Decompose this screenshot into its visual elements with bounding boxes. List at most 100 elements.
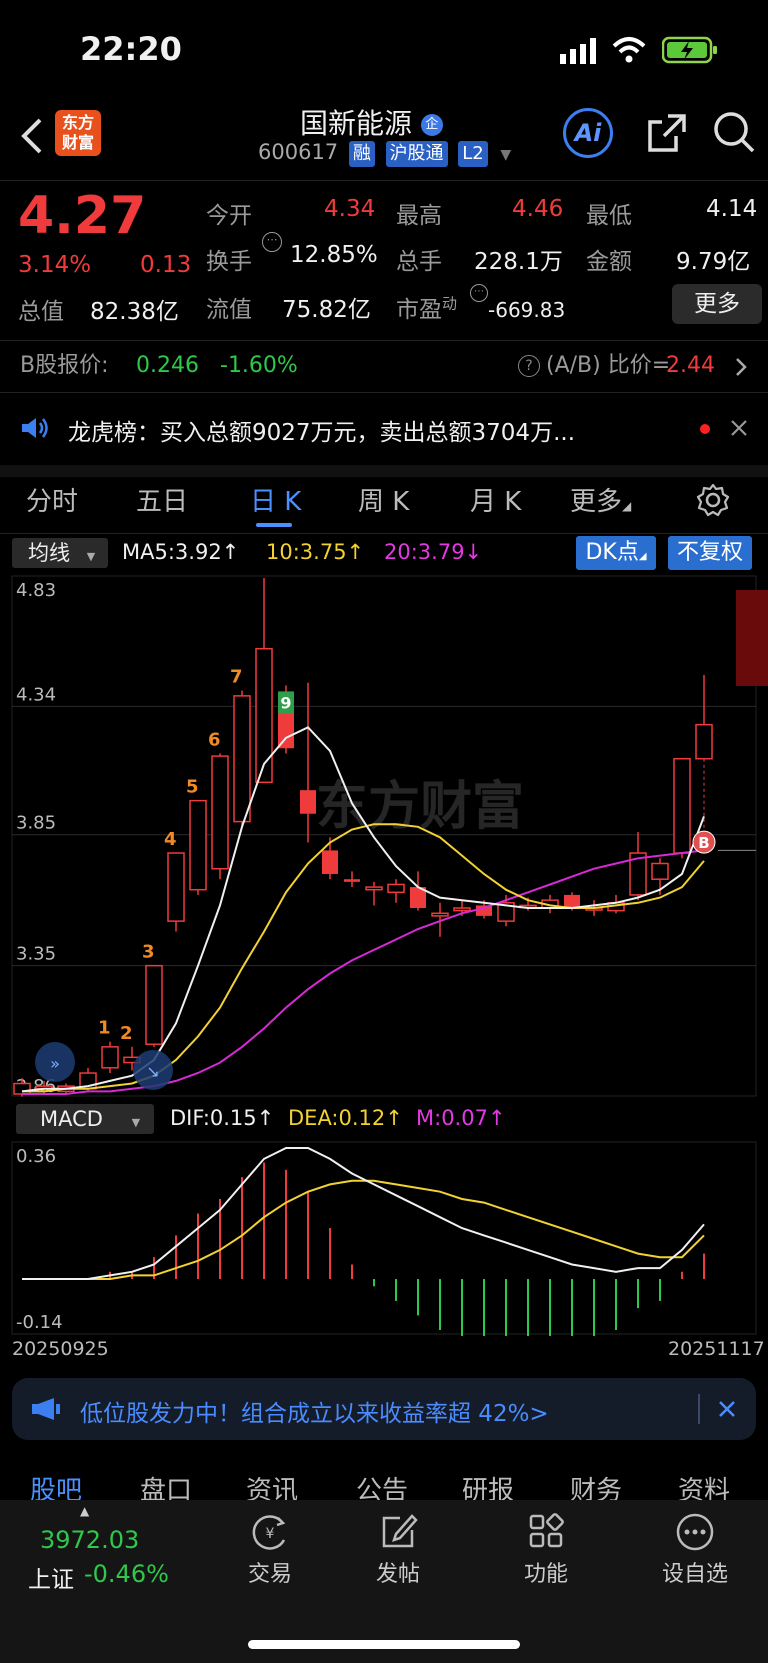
candle-body [167, 852, 185, 922]
ratio-label: (A/B) 比价= [546, 353, 671, 378]
end-date: 20251117 [668, 1338, 765, 1360]
candle-body [233, 695, 251, 823]
nine-turn-marker: 7 [230, 667, 243, 688]
macd-bottom-label: -0.14 [16, 1312, 63, 1333]
stock-name: 国新能源 企 [300, 102, 443, 142]
close-icon[interactable] [718, 1400, 736, 1418]
promo-text: 低位股发力中！组合成立以来收益率超 42%> [80, 1401, 549, 1427]
macd-bar: MACD ▼ DIF:0.15↑ DEA:0.12↑ M:0.07↑ [0, 1100, 768, 1140]
pe-info-icon[interactable]: ⋯ [470, 284, 488, 302]
nav-functions-label: 功能 [523, 1562, 568, 1587]
no-adjust-button[interactable]: 不复权 [668, 536, 752, 570]
index-value: 3972.03 [40, 1526, 140, 1554]
y-axis-label: 4.34 [16, 684, 56, 705]
candle-body [211, 755, 229, 870]
info-icon[interactable]: ⋯ [262, 232, 282, 252]
app-logo[interactable]: 东方 财富 [55, 110, 101, 156]
bshare-row[interactable]: B股报价: 0.246 -1.60% ? (A/B) 比价= 2.44 [0, 341, 768, 391]
nav-functions[interactable]: 功能 [496, 1512, 596, 1602]
tab-more[interactable]: 更多◢ [570, 481, 631, 518]
edit-icon [382, 1514, 418, 1548]
nav-watchlist-label: 设自选 [661, 1562, 728, 1587]
ma10-value: 10:3.75↑ [266, 540, 365, 564]
macd-selector[interactable]: MACD ▼ [16, 1104, 154, 1134]
tab-profile[interactable]: 资料 [678, 1470, 730, 1500]
corner-arrow-icon: ◢ [622, 499, 632, 513]
tag-l2: L2 [458, 141, 488, 167]
close-icon[interactable] [730, 419, 748, 437]
total-value-label: 总值 [18, 299, 64, 325]
bshare-label: B股报价: [20, 353, 109, 378]
search-icon[interactable] [712, 110, 756, 154]
status-time: 22:20 [80, 30, 182, 68]
unread-dot [700, 424, 710, 434]
nine-turn-marker: 1 [98, 1018, 111, 1039]
float-value: 75.82亿 [282, 297, 371, 323]
signal-badge-label: » [50, 1054, 60, 1073]
nav-trade[interactable]: ¥ 交易 [220, 1512, 320, 1602]
dropdown-icon: ▼ [131, 1116, 141, 1129]
settings-gear-icon[interactable] [696, 483, 730, 517]
open-value: 4.34 [324, 196, 376, 222]
total-value: 82.38亿 [90, 299, 179, 325]
tab-monthly-k[interactable]: 月 K [470, 481, 521, 518]
tab-pankou[interactable]: 盘口 [140, 1470, 192, 1500]
macd-selector-label: MACD [40, 1107, 103, 1131]
candle-body [255, 647, 273, 784]
stock-code: 600617 [258, 140, 339, 164]
tab-announcements[interactable]: 公告 [356, 1470, 408, 1500]
ma-selector-label: 均线 [28, 541, 70, 565]
back-icon[interactable] [18, 116, 44, 156]
nine-turn-marker: 6 [208, 729, 221, 750]
tab-daily-k[interactable]: 日 K [250, 481, 301, 518]
tab-guba[interactable]: 股吧 [30, 1470, 82, 1500]
home-indicator [248, 1640, 520, 1649]
candlestick-chart[interactable]: 4.834.343.853.352.86东方财富123456789B»↘ [0, 574, 768, 1100]
quote-panel: 4.27 3.14% 0.13 总值 82.38亿 今开 4.34 最高 4.4… [0, 180, 768, 340]
macd-chart[interactable]: 0.36 -0.14 [0, 1140, 768, 1336]
tab-research[interactable]: 研报 [462, 1470, 514, 1500]
more-button[interactable]: 更多 [672, 284, 762, 324]
nine-turn-marker: 5 [186, 777, 199, 798]
corner-arrow-icon: ◢ [638, 551, 647, 562]
nav-watchlist-settings[interactable]: 设自选 [640, 1512, 750, 1602]
header: 东方 财富 国新能源 企 600617 融 沪股通 L2 ▼ Ai [0, 96, 768, 180]
kline-tabs: 分时 五日 日 K 周 K 月 K 更多◢ [0, 477, 768, 533]
volume-label: 总手 [396, 249, 442, 275]
stock-name-text: 国新能源 [300, 107, 413, 140]
amount-value: 9.79亿 [676, 249, 751, 275]
high-label: 最高 [396, 203, 442, 229]
tab-news[interactable]: 资讯 [246, 1470, 298, 1500]
open-label: 今开 [206, 203, 252, 229]
nine-turn-marker: 2 [120, 1023, 133, 1044]
tab-active-underline [256, 523, 292, 527]
ma-bar: 均线 ▼ MA5:3.92↑ 10:3.75↑ 20:3.79↓ DK点◢ 不复… [0, 534, 768, 574]
dif-value: DIF:0.15↑ [170, 1106, 275, 1130]
tab-finance[interactable]: 财务 [570, 1470, 622, 1500]
turnover-label: 换手 [206, 249, 252, 275]
speaker-icon [22, 418, 48, 438]
start-date: 20250925 [12, 1338, 109, 1360]
candle-body [564, 894, 580, 909]
tab-weekly-k[interactable]: 周 K [358, 481, 409, 518]
index-name: 上证 [28, 1567, 74, 1593]
share-icon[interactable] [646, 112, 688, 154]
help-icon[interactable]: ? [518, 355, 540, 377]
grid-apps-icon [529, 1513, 564, 1548]
ai-button[interactable]: Ai [563, 108, 613, 158]
notice-row[interactable]: 龙虎榜：买入总额9027万元，卖出总额3704万... [0, 393, 768, 465]
tab-intraday[interactable]: 分时 [26, 481, 78, 518]
macd-frame [11, 1141, 757, 1335]
ma-selector[interactable]: 均线 ▼ [12, 538, 108, 568]
dif-line [22, 1147, 705, 1280]
promo-banner[interactable]: 低位股发力中！组合成立以来收益率超 42%> [12, 1378, 756, 1440]
candle-body [387, 883, 405, 894]
caret-down-icon[interactable]: ▼ [500, 147, 511, 163]
nav-post-label: 发帖 [375, 1562, 420, 1587]
tab-five-day[interactable]: 五日 [136, 481, 188, 518]
tag-rong: 融 [348, 141, 375, 167]
index-widget[interactable]: ▲ 3972.03 上证 -0.46% [20, 1504, 190, 1604]
high-value: 4.46 [512, 196, 564, 222]
nav-post[interactable]: 发帖 [348, 1512, 448, 1602]
dk-point-button[interactable]: DK点◢ [576, 536, 656, 570]
